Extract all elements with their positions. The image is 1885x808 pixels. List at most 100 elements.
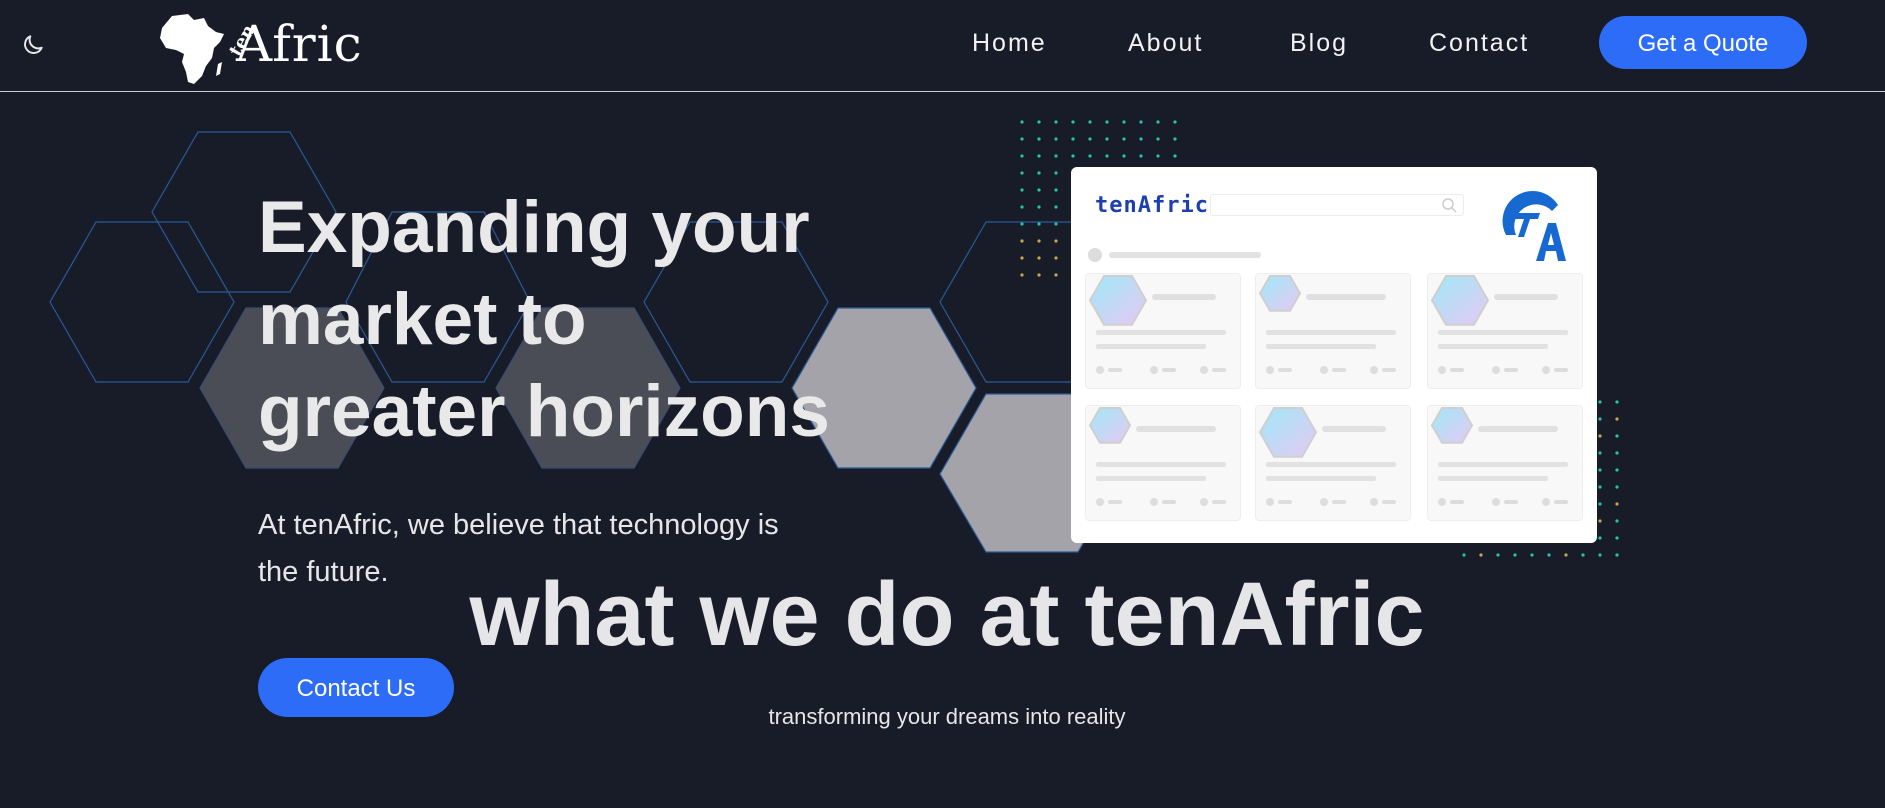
mockup-card bbox=[1255, 273, 1411, 389]
decor-dot bbox=[1105, 137, 1109, 141]
decor-dot bbox=[1037, 256, 1041, 260]
decor-dot bbox=[1037, 205, 1041, 209]
decor-dot bbox=[1615, 553, 1619, 557]
mockup-card-graphic bbox=[1430, 275, 1568, 374]
decor-dot bbox=[1020, 222, 1024, 226]
decor-dot bbox=[1054, 205, 1058, 209]
decor-dot bbox=[1615, 519, 1619, 523]
decor-dot bbox=[1037, 120, 1041, 124]
decor-dot bbox=[1088, 120, 1092, 124]
decor-dot bbox=[1615, 451, 1619, 455]
decor-dot bbox=[1615, 400, 1619, 404]
mockup-card bbox=[1255, 405, 1411, 521]
decor-dot bbox=[1054, 273, 1058, 277]
decor-dot bbox=[1173, 120, 1177, 124]
ta-logo-icon bbox=[1502, 190, 1566, 261]
decor-dot bbox=[1054, 239, 1058, 243]
hero-title-line: market to bbox=[258, 279, 587, 360]
decor-dot bbox=[1037, 171, 1041, 175]
decor-dot bbox=[1020, 137, 1024, 141]
decor-dot bbox=[1139, 154, 1143, 158]
hero-title: Expanding your market to greater horizon… bbox=[258, 182, 898, 458]
decor-dot bbox=[1020, 239, 1024, 243]
decor-dot bbox=[1088, 137, 1092, 141]
mockup-card bbox=[1427, 405, 1583, 521]
decor-dot bbox=[1173, 154, 1177, 158]
decor-dot bbox=[1054, 171, 1058, 175]
decor-dot bbox=[1054, 120, 1058, 124]
decor-dot bbox=[1598, 468, 1602, 472]
decor-dot bbox=[1122, 154, 1126, 158]
decor-dot bbox=[1156, 120, 1160, 124]
decor-dot bbox=[1615, 536, 1619, 540]
nav-link-blog[interactable]: Blog bbox=[1290, 26, 1348, 60]
hero-subtitle-line: At tenAfric, we believe that technology … bbox=[258, 509, 779, 541]
mockup-card-graphic bbox=[1430, 407, 1568, 506]
decor-dot bbox=[1564, 553, 1568, 557]
hex-outline bbox=[49, 221, 235, 383]
decor-dot bbox=[1054, 137, 1058, 141]
decor-dot bbox=[1139, 137, 1143, 141]
decor-dot bbox=[1122, 120, 1126, 124]
decor-dot bbox=[1598, 553, 1602, 557]
decor-dot bbox=[1598, 485, 1602, 489]
mockup-user-row bbox=[1088, 248, 1261, 262]
decor-dot bbox=[1020, 273, 1024, 277]
decor-dot bbox=[1581, 553, 1585, 557]
decor-dot bbox=[1071, 154, 1075, 158]
mockup-brand: tenAfric bbox=[1095, 193, 1209, 218]
decor-dot bbox=[1054, 188, 1058, 192]
decor-dot bbox=[1156, 137, 1160, 141]
decor-dot bbox=[1020, 256, 1024, 260]
nav-link-home[interactable]: Home bbox=[972, 26, 1047, 60]
section-subtitle: transforming your dreams into reality bbox=[768, 704, 1126, 729]
decor-dot bbox=[1598, 451, 1602, 455]
decor-dot bbox=[1615, 485, 1619, 489]
get-a-quote-button[interactable]: Get a Quote bbox=[1599, 16, 1807, 69]
decor-dot bbox=[1037, 154, 1041, 158]
website-mockup-preview: tenAfric bbox=[1071, 167, 1597, 543]
decor-dot bbox=[1122, 137, 1126, 141]
mockup-card-graphic bbox=[1258, 407, 1396, 506]
decor-dot bbox=[1020, 205, 1024, 209]
nav-link-about[interactable]: About bbox=[1128, 26, 1203, 60]
decor-dot bbox=[1496, 553, 1500, 557]
decor-dot bbox=[1547, 553, 1551, 557]
decor-dot bbox=[1462, 553, 1466, 557]
hero-title-line: greater horizons bbox=[258, 371, 830, 452]
mockup-card bbox=[1427, 273, 1583, 389]
decor-dot bbox=[1615, 502, 1619, 506]
decor-dot bbox=[1054, 256, 1058, 260]
decor-dot bbox=[1037, 137, 1041, 141]
decor-dot bbox=[1598, 434, 1602, 438]
decor-dot bbox=[1020, 120, 1024, 124]
decor-dot bbox=[1615, 417, 1619, 421]
decor-dot bbox=[1173, 137, 1177, 141]
hero-title-line: Expanding your bbox=[258, 187, 810, 268]
top-navigation-bar: ten Afric Home About Blog Contact Get a … bbox=[0, 0, 1885, 92]
decor-dot bbox=[1020, 154, 1024, 158]
decor-dot bbox=[1513, 553, 1517, 557]
search-icon bbox=[1442, 198, 1457, 213]
decor-dot bbox=[1105, 154, 1109, 158]
decor-dot bbox=[1020, 188, 1024, 192]
contact-us-button[interactable]: Contact Us bbox=[258, 658, 454, 717]
decor-dot bbox=[1530, 553, 1534, 557]
decor-dot bbox=[1598, 519, 1602, 523]
decor-dot bbox=[1020, 171, 1024, 175]
mockup-card-graphic bbox=[1258, 275, 1396, 374]
decor-dot bbox=[1598, 502, 1602, 506]
decor-dot bbox=[1037, 222, 1041, 226]
decor-dot bbox=[1054, 154, 1058, 158]
mockup-card-graphic bbox=[1088, 407, 1226, 506]
decor-dot bbox=[1598, 536, 1602, 540]
decor-dot bbox=[1037, 188, 1041, 192]
decor-dot bbox=[1598, 400, 1602, 404]
decor-dot bbox=[1105, 120, 1109, 124]
decor-dot bbox=[1615, 434, 1619, 438]
mockup-card bbox=[1085, 405, 1241, 521]
decor-dot bbox=[1156, 154, 1160, 158]
decor-dot bbox=[1071, 120, 1075, 124]
decor-dot bbox=[1037, 239, 1041, 243]
nav-link-contact[interactable]: Contact bbox=[1429, 26, 1529, 60]
